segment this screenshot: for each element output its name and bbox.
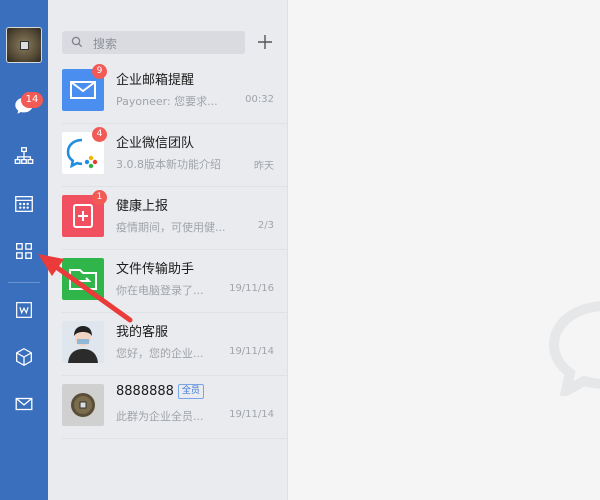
coin-avatar (62, 384, 104, 426)
conversation-title: 企业微信团队 (116, 132, 194, 151)
conversation-item[interactable]: 9 企业邮箱提醒 Payoneer: 您要求... 00:32 (48, 61, 288, 124)
member-tag: 全员 (177, 384, 204, 399)
conversation-title: 8888888 全员 (116, 384, 204, 399)
item-separator (62, 438, 288, 439)
nav-contacts-button[interactable] (0, 136, 48, 176)
conversation-title-text: 健康上报 (116, 199, 169, 214)
user-avatar[interactable] (6, 27, 42, 63)
hexagon-cube-icon (16, 348, 32, 366)
messages-badge: 14 (21, 92, 43, 108)
chat-main-area (288, 0, 600, 500)
conversation-title-text: 企业微信团队 (116, 136, 195, 151)
search-box[interactable]: 搜索 (62, 31, 245, 54)
unread-badge: 9 (92, 64, 107, 79)
conversation-preview: Payoneer: 您要求... (116, 95, 218, 108)
search-placeholder: 搜索 (93, 37, 118, 51)
conversation-preview: 您好，您的企业... (116, 347, 204, 360)
org-chart-icon (14, 147, 34, 164)
conversation-time: 昨天 (254, 161, 274, 172)
conversation-preview: 此群为企业全员... (116, 410, 204, 423)
calendar-icon (15, 196, 33, 212)
add-icon[interactable] (255, 32, 275, 52)
conversation-time: 19/11/14 (229, 409, 274, 420)
conversation-title-text: 企业邮箱提醒 (116, 73, 195, 88)
conversation-time: 19/11/14 (229, 346, 274, 357)
nav-calendar-button[interactable] (0, 184, 48, 224)
empty-chat-bubble-icon (548, 301, 600, 396)
conversation-preview: 疫情期间，可使用健... (116, 221, 226, 234)
conversation-time: 19/11/16 (229, 283, 274, 294)
conversation-preview: 3.0.8版本新功能介绍 (116, 158, 221, 171)
conversation-time: 00:32 (245, 94, 274, 105)
unread-badge: 4 (92, 127, 107, 142)
envelope-icon (15, 397, 33, 411)
conversation-item[interactable]: 1 健康上报疫情期间，可使用健... 2/3 (48, 187, 288, 250)
conversation-title-text: 8888888 (116, 384, 174, 399)
nav-mail-button[interactable] (0, 384, 48, 424)
search-icon (71, 36, 83, 48)
unread-badge: 1 (92, 190, 107, 205)
conversation-title: 企业邮箱提醒 (116, 69, 194, 88)
conversation-item[interactable]: 8888888 全员 此群为企业全员... 19/11/14 (48, 376, 288, 439)
conversation-item[interactable]: 4 企业微信团队 3.0.8版本新功能介绍 昨天 (48, 124, 288, 187)
conversation-time: 2/3 (257, 220, 274, 231)
conversation-title: 健康上报 (116, 195, 168, 214)
annotation-arrow (38, 254, 133, 323)
nav-drive-button[interactable] (0, 337, 48, 377)
